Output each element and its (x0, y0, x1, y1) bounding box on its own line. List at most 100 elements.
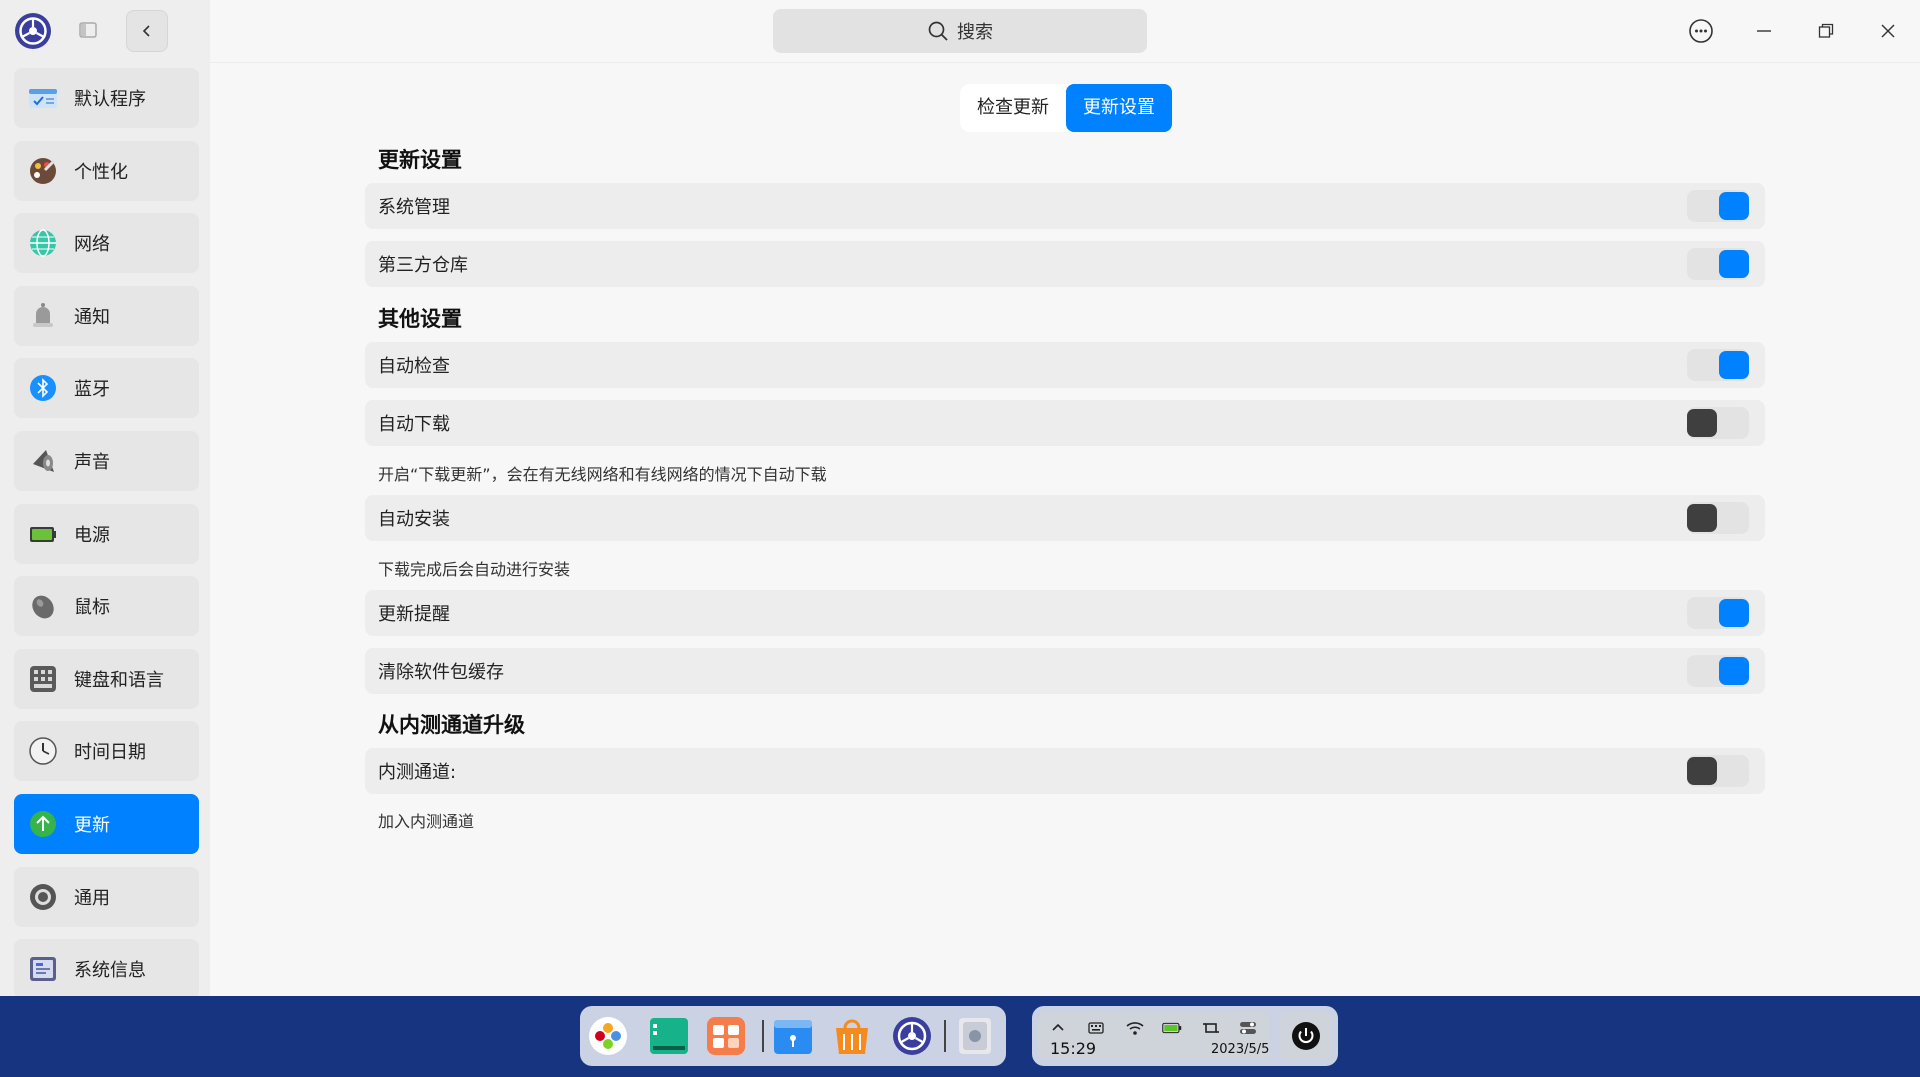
chevron-up-icon[interactable] (1048, 1020, 1068, 1036)
sidebar-item-default-apps[interactable]: 默认程序 (14, 68, 199, 128)
auto-download-description: 开启“下载更新”，会在有无线网络和有线网络的情况下自动下载 (378, 465, 827, 484)
control-center-icon[interactable] (892, 1016, 932, 1056)
sidebar: 默认程序 个性化 网络 通知 蓝牙 声音 电源 鼠标 键盘和语言 时间日期 更新… (0, 0, 210, 1000)
dock-separator (762, 1020, 764, 1052)
wifi-icon[interactable] (1125, 1020, 1145, 1036)
power-icon (1292, 1022, 1320, 1050)
multitask-icon[interactable] (706, 1016, 746, 1056)
row-auto-download: 自动下载 (365, 400, 1765, 446)
sidebar-item-bluetooth[interactable]: 蓝牙 (14, 358, 199, 419)
minimize-button[interactable] (1749, 16, 1779, 46)
search-input[interactable]: 搜索 (773, 9, 1147, 53)
trash-icon[interactable] (955, 1016, 995, 1056)
update-reminder-toggle[interactable] (1687, 597, 1749, 629)
default-apps-icon (28, 83, 58, 113)
row-label: 第三方仓库 (378, 255, 468, 276)
row-auto-check: 自动检查 (365, 342, 1765, 388)
section-title-update-settings: 更新设置 (378, 148, 462, 172)
sidebar-item-label: 声音 (74, 451, 110, 473)
battery-tray-icon[interactable] (1162, 1020, 1182, 1036)
keyboard-icon (28, 664, 58, 694)
taskbar: 15:29 2023/5/5 (0, 996, 1920, 1077)
toggle-knob (1719, 351, 1749, 379)
speaker-icon (28, 446, 58, 476)
mouse-icon (28, 591, 58, 621)
sidebar-item-date-time[interactable]: 时间日期 (14, 721, 199, 782)
row-auto-install: 自动安装 (365, 495, 1765, 541)
section-title-internal-channel: 从内测通道升级 (378, 713, 525, 737)
toggle-knob (1687, 409, 1717, 437)
third-party-repo-toggle[interactable] (1687, 248, 1749, 280)
clock-icon (28, 736, 58, 766)
auto-download-toggle[interactable] (1687, 407, 1749, 439)
tab-update-settings[interactable]: 更新设置 (1066, 84, 1172, 132)
notification-bell-icon (28, 301, 58, 331)
internal-channel-toggle[interactable] (1687, 755, 1749, 787)
dock (580, 1006, 1006, 1066)
row-update-reminder: 更新提醒 (365, 590, 1765, 636)
toggle-knob (1719, 192, 1749, 220)
row-label: 自动下载 (378, 414, 450, 435)
terminal-icon[interactable] (649, 1016, 689, 1056)
row-clear-cache: 清除软件包缓存 (365, 648, 1765, 694)
screenshot-icon[interactable] (1201, 1020, 1221, 1036)
auto-check-toggle[interactable] (1687, 349, 1749, 381)
sidebar-item-label: 通用 (74, 887, 110, 909)
clock-date[interactable]: 2023/5/5 (1211, 1042, 1269, 1057)
battery-icon (28, 519, 58, 549)
sidebar-item-mouse[interactable]: 鼠标 (14, 576, 199, 637)
sidebar-item-general[interactable]: 通用 (14, 866, 199, 927)
system-tray: 15:29 2023/5/5 (1032, 1006, 1338, 1066)
tab-check-update[interactable]: 检查更新 (960, 84, 1066, 132)
restore-icon (1818, 23, 1834, 38)
row-label: 更新提醒 (378, 604, 450, 625)
dock-separator (944, 1020, 946, 1052)
row-system-management: 系统管理 (365, 183, 1765, 229)
restore-button[interactable] (1811, 16, 1841, 46)
toggle-knob (1719, 250, 1749, 278)
toggle-knob (1719, 599, 1749, 627)
toggle-knob (1687, 757, 1717, 785)
file-manager-icon[interactable] (773, 1016, 813, 1056)
toggle-knob (1687, 504, 1717, 532)
chevron-left-icon (142, 25, 150, 37)
close-button[interactable] (1873, 16, 1903, 46)
section-title-other-settings: 其他设置 (378, 307, 462, 331)
more-options-button[interactable] (1686, 16, 1716, 46)
clear-cache-toggle[interactable] (1687, 655, 1749, 687)
row-label: 自动检查 (378, 356, 450, 377)
power-button[interactable] (1280, 1012, 1332, 1060)
sidebar-item-network[interactable]: 网络 (14, 213, 199, 274)
more-icon (1689, 19, 1713, 43)
keyboard-tray-icon[interactable] (1086, 1020, 1106, 1036)
system-management-toggle[interactable] (1687, 190, 1749, 222)
update-arrow-icon (28, 809, 58, 839)
auto-install-toggle[interactable] (1687, 502, 1749, 534)
sidebar-item-label: 蓝牙 (74, 379, 110, 401)
tab-bar: 检查更新 更新设置 (960, 84, 1172, 132)
sidebar-item-power[interactable]: 电源 (14, 503, 199, 564)
launcher-icon[interactable] (588, 1016, 628, 1056)
sidebar-item-keyboard-language[interactable]: 键盘和语言 (14, 648, 199, 709)
sidebar-item-update[interactable]: 更新 (14, 793, 199, 854)
row-label: 系统管理 (378, 197, 450, 218)
sidebar-toggle-icon[interactable] (78, 20, 98, 40)
sidebar-item-label: 默认程序 (74, 89, 146, 110)
sidebar-item-personalization[interactable]: 个性化 (14, 140, 199, 201)
sidebar-item-system-info[interactable]: 系统信息 (14, 939, 199, 1000)
toggle-knob (1719, 657, 1749, 685)
sidebar-item-label: 系统信息 (74, 960, 146, 982)
network-icon (28, 228, 58, 258)
search-placeholder: 搜索 (957, 22, 993, 43)
sidebar-item-sound[interactable]: 声音 (14, 430, 199, 491)
app-store-icon[interactable] (832, 1016, 872, 1056)
control-panel-toggle-icon[interactable] (1238, 1020, 1258, 1036)
sidebar-item-label: 更新 (74, 814, 110, 836)
sidebar-item-label: 电源 (74, 524, 110, 546)
internal-channel-description: 加入内测通道 (378, 812, 475, 831)
clock-time[interactable]: 15:29 (1050, 1039, 1096, 1058)
sidebar-item-notification[interactable]: 通知 (14, 285, 199, 346)
tray-panel: 15:29 2023/5/5 (1038, 1012, 1270, 1060)
bluetooth-icon (28, 373, 58, 403)
back-button[interactable] (126, 10, 168, 52)
